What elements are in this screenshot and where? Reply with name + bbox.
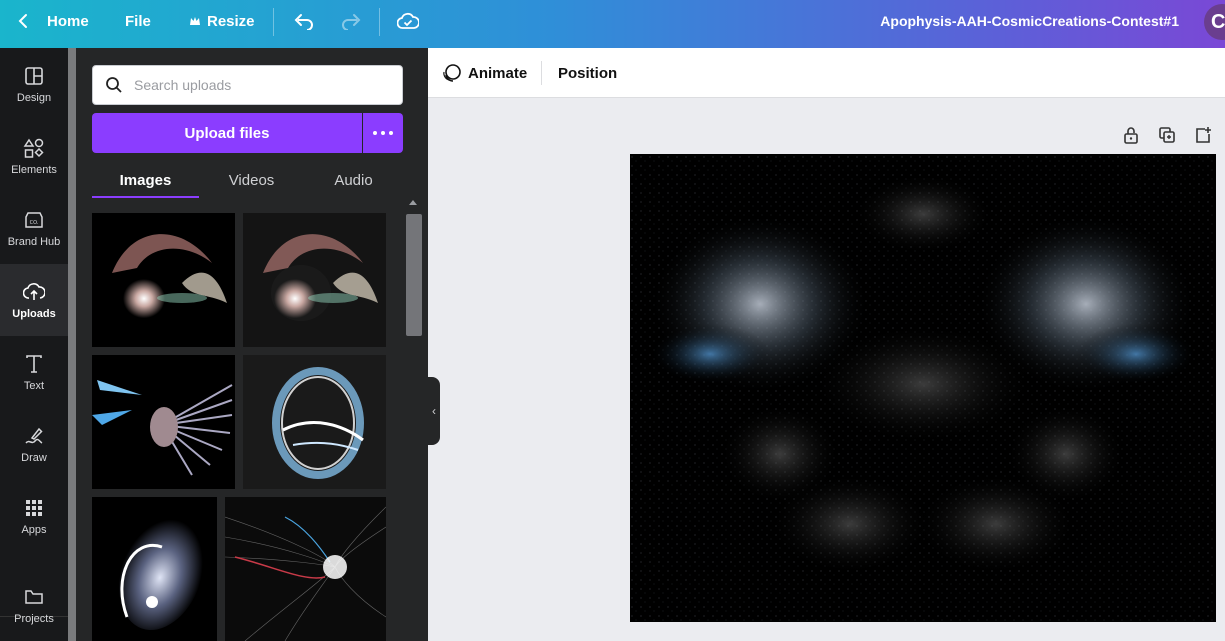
fractal-image: [630, 154, 1216, 622]
rail-item-text[interactable]: Text: [0, 336, 68, 408]
resize-button[interactable]: Resize: [189, 0, 255, 42]
rail-label: Text: [23, 379, 45, 392]
position-button[interactable]: Position: [558, 48, 617, 98]
fractal-image: [243, 213, 386, 347]
more-options-button[interactable]: [363, 113, 403, 153]
upload-thumbnail[interactable]: [243, 355, 386, 489]
resize-label: Resize: [207, 12, 255, 30]
svg-text:CO.: CO.: [30, 220, 39, 226]
dot: [381, 131, 385, 135]
rail-label: Elements: [11, 163, 57, 176]
lock-icon[interactable]: [1121, 125, 1141, 145]
toolbar-divider: [541, 61, 542, 85]
apps-grid-icon: [26, 499, 42, 516]
draw-icon: [25, 427, 43, 444]
design-icon: [25, 66, 43, 85]
rail-edge: [68, 48, 76, 641]
search-icon: [106, 77, 122, 93]
scrollbar-thumb[interactable]: [406, 214, 422, 336]
rail-label: Draw: [21, 451, 47, 464]
file-menu-button[interactable]: File: [125, 0, 151, 42]
animate-label: Animate: [468, 64, 528, 82]
folder-icon: [25, 589, 43, 604]
undo-button[interactable]: [293, 0, 315, 42]
upload-cloud-icon: [23, 282, 45, 300]
add-page-icon[interactable]: [1193, 125, 1213, 145]
tab-videos[interactable]: Videos: [199, 163, 304, 197]
fractal-image: [92, 497, 217, 641]
design-title[interactable]: Apophysis-AAH-CosmicCreations-Contest#1: [880, 0, 1179, 42]
context-toolbar: Animate Position: [428, 48, 1225, 98]
uploads-panel: Upload files Images Videos Audio: [76, 48, 428, 641]
search-box[interactable]: [92, 65, 403, 105]
topbar-divider: [379, 8, 380, 36]
redo-button[interactable]: [340, 0, 362, 42]
canva-editor: Home File Resize Apophysis-AAH-CosmicCre…: [0, 0, 1225, 641]
rail-label: Uploads: [12, 307, 56, 320]
fractal-image: [92, 213, 235, 347]
undo-icon: [294, 14, 313, 30]
upload-thumbnail[interactable]: [92, 497, 217, 641]
home-label: Home: [47, 12, 89, 30]
design-canvas[interactable]: [630, 154, 1216, 622]
duplicate-page-icon[interactable]: [1157, 125, 1177, 145]
rail-item-draw[interactable]: Draw: [0, 408, 68, 480]
text-icon: [26, 354, 42, 373]
elements-icon: [23, 138, 44, 158]
rail-item-brand-hub[interactable]: CO. Brand Hub: [0, 192, 68, 264]
save-status-button[interactable]: [397, 0, 419, 42]
animate-icon: [443, 64, 461, 82]
dot: [373, 131, 377, 135]
upload-files-button[interactable]: Upload files: [92, 113, 362, 153]
top-bar: Home File Resize Apophysis-AAH-CosmicCre…: [0, 0, 1225, 48]
crown-icon: [190, 17, 200, 25]
upload-thumbnail[interactable]: [92, 213, 235, 347]
tab-audio[interactable]: Audio: [304, 163, 403, 197]
animate-button[interactable]: Animate: [442, 48, 527, 98]
dot: [389, 131, 393, 135]
file-label: File: [125, 12, 151, 30]
chevron-left-icon: [18, 14, 27, 28]
rail-item-projects[interactable]: Projects: [0, 569, 68, 641]
rail-item-apps[interactable]: Apps: [0, 480, 68, 552]
fractal-image: [243, 355, 386, 489]
upload-thumbnail[interactable]: [225, 497, 386, 641]
home-button[interactable]: Home: [18, 0, 89, 42]
brand-hub-icon: CO.: [25, 211, 43, 228]
rail-label: Projects: [14, 612, 54, 625]
rail-item-elements[interactable]: Elements: [0, 120, 68, 192]
chevron-left-icon: ‹: [432, 404, 436, 418]
active-tab-indicator: [92, 196, 199, 198]
fractal-image: [225, 497, 386, 641]
rail-item-uploads[interactable]: Uploads: [0, 264, 68, 336]
tab-images[interactable]: Images: [92, 163, 199, 197]
left-rail: Design Elements CO. Brand Hub Uploads Te…: [0, 48, 68, 641]
rail-label: Design: [16, 91, 52, 104]
collapse-panel-button[interactable]: ‹: [428, 377, 440, 445]
topbar-divider: [273, 8, 274, 36]
rail-label: Apps: [21, 523, 47, 536]
redo-icon: [342, 14, 361, 30]
avatar[interactable]: C: [1204, 4, 1225, 40]
upload-thumbnail[interactable]: [243, 213, 386, 347]
rail-label: Brand Hub: [7, 235, 61, 248]
upload-thumbnail[interactable]: [92, 355, 235, 489]
scroll-up-arrow[interactable]: [409, 200, 417, 205]
search-input[interactable]: [134, 77, 384, 93]
fractal-image: [92, 355, 235, 489]
cloud-check-icon: [397, 12, 419, 29]
rail-item-design[interactable]: Design: [0, 48, 68, 120]
